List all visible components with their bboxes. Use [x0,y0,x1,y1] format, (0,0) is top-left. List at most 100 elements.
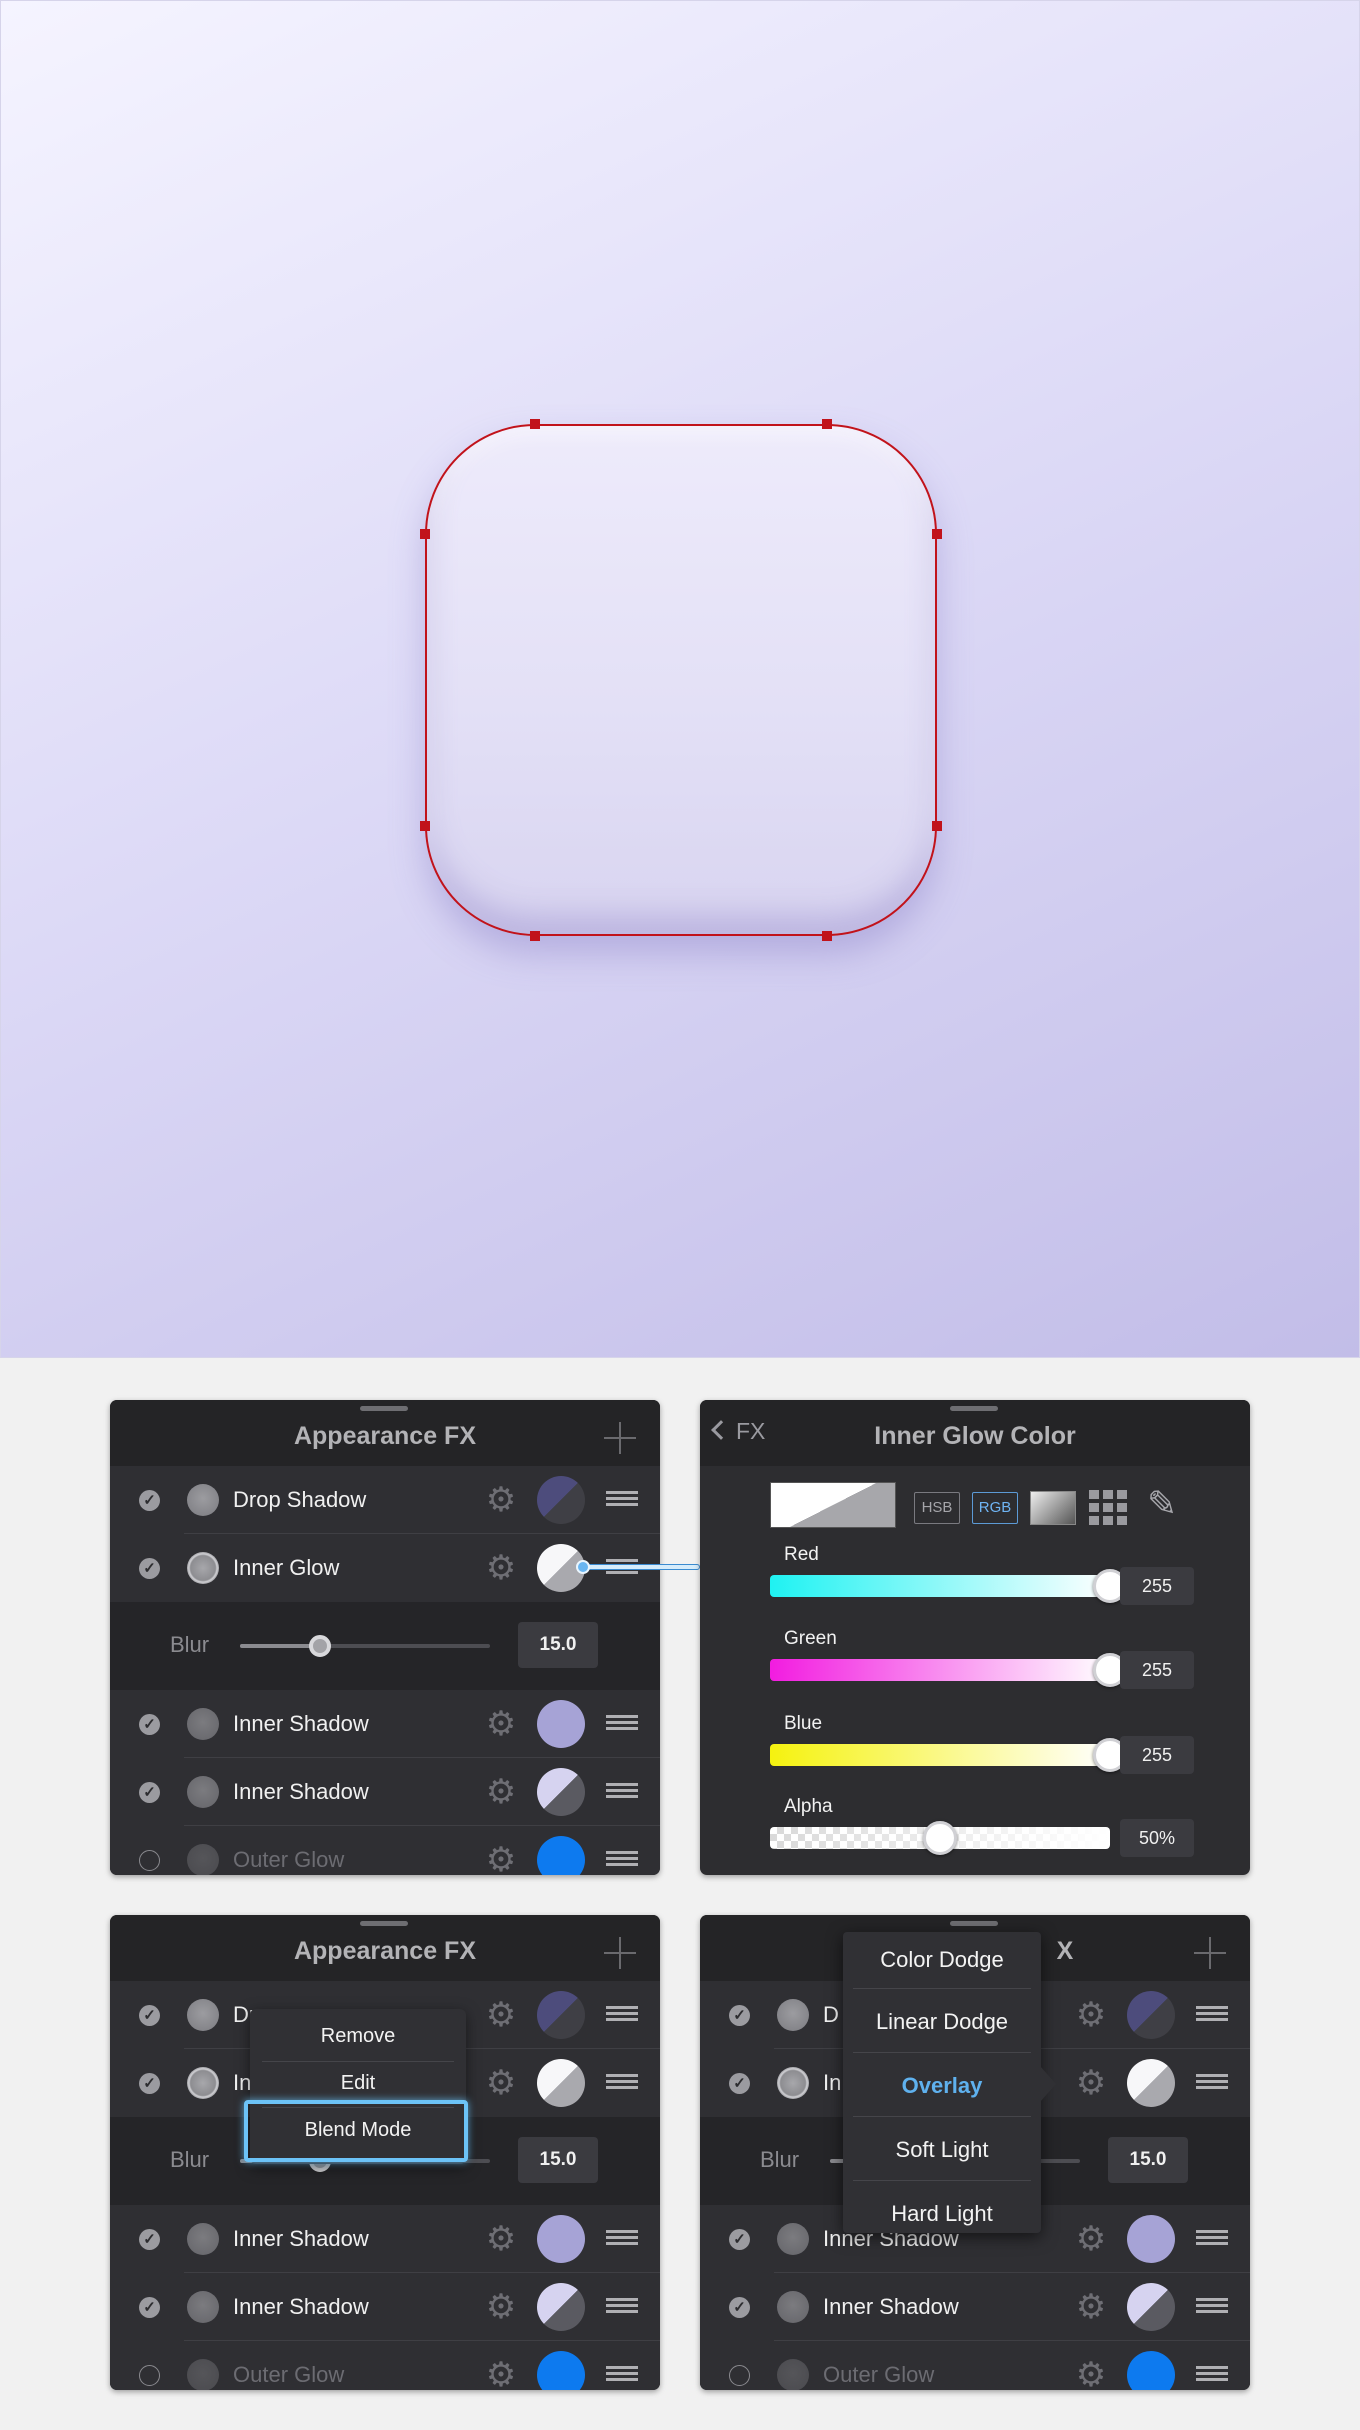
gear-icon[interactable]: ⚙ [1074,1998,1108,2032]
back-button[interactable]: FX [711,1418,765,1445]
gear-icon[interactable]: ⚙ [484,2358,518,2390]
color-swatch[interactable] [1127,2059,1175,2107]
color-swatch[interactable] [537,1768,585,1816]
gear-icon[interactable]: ⚙ [1074,2290,1108,2324]
reorder-icon[interactable] [1196,2006,1228,2022]
drag-grabber[interactable] [950,1921,998,1926]
blend-option-soft-light[interactable]: Soft Light [843,2118,1041,2182]
gear-icon[interactable]: ⚙ [484,2066,518,2100]
reorder-icon[interactable] [1196,2298,1228,2314]
gear-icon[interactable]: ⚙ [484,1483,518,1517]
checkmark-icon[interactable]: ✓ [139,2005,160,2026]
color-swatch[interactable] [537,1836,585,1875]
color-swatch[interactable] [1127,2215,1175,2263]
reorder-icon[interactable] [606,2006,638,2022]
color-swatch[interactable] [537,1476,585,1524]
checkmark-icon[interactable]: ✓ [139,2297,160,2318]
checkmark-icon[interactable]: ✓ [139,1490,160,1511]
gear-icon[interactable]: ⚙ [1074,2222,1108,2256]
reorder-icon[interactable] [1196,2230,1228,2246]
blur-value-field[interactable]: 15.0 [518,2137,598,2183]
checkmark-icon[interactable]: ✓ [729,2297,750,2318]
reorder-icon[interactable] [1196,2366,1228,2382]
checkmark-icon[interactable]: ✓ [139,2073,160,2094]
blend-option-linear-dodge[interactable]: Linear Dodge [843,1990,1041,2054]
effect-row-inner-shadow[interactable]: ✓ Inner Shadow ⚙ [110,2273,660,2341]
reorder-icon[interactable] [606,1783,638,1799]
color-swatch[interactable] [537,2283,585,2331]
reorder-icon[interactable] [606,2074,638,2090]
effect-row-outer-glow[interactable]: Outer Glow ⚙ [110,2341,660,2390]
effect-row-inner-shadow[interactable]: ✓ Inner Shadow ⚙ [110,1758,660,1826]
checkmark-icon[interactable]: ✓ [139,1782,160,1803]
selection-handle[interactable] [420,821,430,831]
color-swatch[interactable] [1127,2351,1175,2390]
add-effect-button[interactable] [604,1422,636,1454]
color-swatch[interactable] [1127,1991,1175,2039]
gear-icon[interactable]: ⚙ [484,2222,518,2256]
selection-handle[interactable] [530,419,540,429]
checkmark-icon[interactable]: ✓ [139,1714,160,1735]
effect-row-drop-shadow[interactable]: ✓ Drop Shadow ⚙ [110,1466,660,1534]
selection-handle[interactable] [420,529,430,539]
reorder-icon[interactable] [606,1491,638,1507]
gear-icon[interactable]: ⚙ [484,1775,518,1809]
add-effect-button[interactable] [1194,1937,1226,1969]
blur-slider[interactable] [240,1635,490,1657]
swatch-grid-icon[interactable] [1089,1490,1129,1526]
color-swatch[interactable] [1127,2283,1175,2331]
reorder-icon[interactable] [606,2366,638,2382]
effect-row-inner-shadow[interactable]: ✓ Inner Shadow ⚙ [700,2273,1250,2341]
blur-value-field[interactable]: 15.0 [518,1622,598,1668]
blur-value-field[interactable]: 15.0 [1108,2137,1188,2183]
eyedropper-icon[interactable]: ✎ [1147,1484,1187,1524]
checkmark-icon[interactable]: ✓ [729,2073,750,2094]
alpha-value-field[interactable]: 50% [1120,1819,1194,1857]
reorder-icon[interactable] [606,1715,638,1731]
gear-icon[interactable]: ⚙ [484,1707,518,1741]
gear-icon[interactable]: ⚙ [484,1998,518,2032]
gradient-icon[interactable] [1030,1491,1076,1525]
color-swatch[interactable] [537,2215,585,2263]
selection-handle[interactable] [822,419,832,429]
selection-handle[interactable] [822,931,832,941]
blend-option-hard-light[interactable]: Hard Light [843,2182,1041,2246]
green-value-field[interactable]: 255 [1120,1651,1194,1689]
effect-row-inner-shadow[interactable]: ✓ Inner Shadow ⚙ [110,2205,660,2273]
color-swatch[interactable] [537,1700,585,1748]
blend-option-overlay[interactable]: Overlay [843,2054,1041,2118]
hsb-mode-button[interactable]: HSB [914,1492,960,1524]
gear-icon[interactable]: ⚙ [484,1843,518,1875]
gear-icon[interactable]: ⚙ [484,2290,518,2324]
effect-row-outer-glow[interactable]: Outer Glow ⚙ [110,1826,660,1875]
drag-grabber[interactable] [360,1406,408,1411]
slider-knob[interactable] [309,1635,331,1657]
gear-icon[interactable]: ⚙ [1074,2066,1108,2100]
drag-grabber[interactable] [950,1406,998,1411]
checkmark-icon[interactable]: ✓ [729,2005,750,2026]
alpha-slider-knob[interactable] [923,1821,957,1855]
red-channel-slider[interactable] [770,1575,1110,1597]
add-effect-button[interactable] [604,1937,636,1969]
checkmark-icon[interactable]: ✓ [139,1558,160,1579]
effect-row-outer-glow[interactable]: Outer Glow ⚙ [700,2341,1250,2390]
drag-grabber[interactable] [360,1921,408,1926]
menu-item-remove[interactable]: Remove [250,2013,466,2059]
blue-value-field[interactable]: 255 [1120,1736,1194,1774]
selection-handle[interactable] [932,529,942,539]
unchecked-circle-icon[interactable] [139,1850,160,1871]
green-channel-slider[interactable] [770,1659,1110,1681]
unchecked-circle-icon[interactable] [139,2365,160,2386]
blend-option-color-dodge[interactable]: Color Dodge [843,1928,1041,1992]
gear-icon[interactable]: ⚙ [484,1551,518,1585]
gear-icon[interactable]: ⚙ [1074,2358,1108,2390]
rgb-mode-button[interactable]: RGB [972,1492,1018,1524]
selection-handle[interactable] [932,821,942,831]
reorder-icon[interactable] [606,2230,638,2246]
reorder-icon[interactable] [606,2298,638,2314]
color-swatch[interactable] [537,1991,585,2039]
color-swatch[interactable] [537,2351,585,2390]
color-swatch[interactable] [537,2059,585,2107]
unchecked-circle-icon[interactable] [729,2365,750,2386]
checkmark-icon[interactable]: ✓ [729,2229,750,2250]
